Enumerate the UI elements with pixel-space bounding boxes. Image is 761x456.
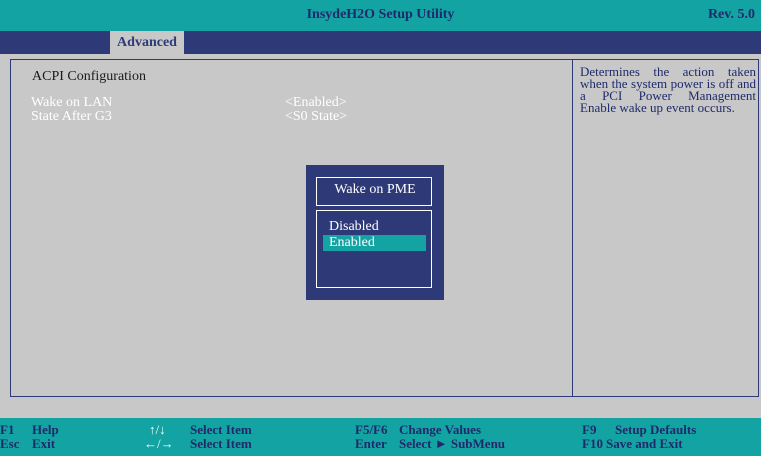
footer-key-enter: Enter (355, 436, 387, 451)
title-bar: InsydeH2O Setup Utility Rev. 5.0 (0, 0, 761, 31)
footer-label-select-item-2: Select Item (190, 436, 252, 451)
bios-screen: InsydeH2O Setup Utility Rev. 5.0 Advance… (0, 0, 761, 456)
popup-option-disabled[interactable]: Disabled (323, 219, 426, 235)
footer-key-f10: F10 (582, 436, 603, 451)
footer-label-select-item-1: Select Item (190, 422, 252, 437)
footer-key-up-down: ↑/↓ (149, 422, 166, 437)
help-divider (572, 60, 573, 397)
menu-bar: Advanced (0, 31, 761, 54)
utility-title: InsydeH2O Setup Utility (306, 7, 455, 22)
footer-key-esc: Esc (0, 436, 20, 451)
tab-advanced[interactable]: Advanced (110, 31, 184, 54)
setting-label-wake-on-lan[interactable]: Wake on LAN (31, 96, 112, 110)
wake-on-pme-popup: Wake on PME Disabled Enabled (306, 165, 444, 300)
footer-key-f9: F9 (582, 422, 597, 437)
section-title: ACPI Configuration (32, 69, 146, 84)
setting-label-state-after-g3[interactable]: State After G3 (31, 110, 112, 124)
footer-label-change-values: Change Values (399, 422, 481, 437)
setting-value-state-after-g3[interactable]: <S0 State> (285, 110, 347, 124)
help-text: Determines the action taken when the sys… (580, 64, 756, 115)
footer-key-left-right: ←/→ (144, 436, 174, 451)
popup-title: Wake on PME (334, 182, 416, 197)
footer-label-save-and-exit: Save and Exit (606, 436, 683, 451)
footer-label-setup-defaults: Setup Defaults (615, 422, 697, 437)
footer-key-f1: F1 (0, 422, 15, 437)
setting-value-wake-on-lan[interactable]: <Enabled> (285, 96, 347, 110)
footer-label-exit: Exit (32, 436, 56, 451)
key-legend-footer: F1 Help Esc Exit ↑/↓ Select Item ←/→ Sel… (0, 418, 761, 456)
footer-label-help: Help (32, 422, 59, 437)
revision-label: Rev. 5.0 (707, 7, 755, 22)
footer-key-f5-f6: F5/F6 (355, 422, 388, 437)
popup-option-enabled[interactable]: Enabled (323, 235, 426, 251)
footer-label-select-submenu: Select ► SubMenu (399, 436, 506, 451)
